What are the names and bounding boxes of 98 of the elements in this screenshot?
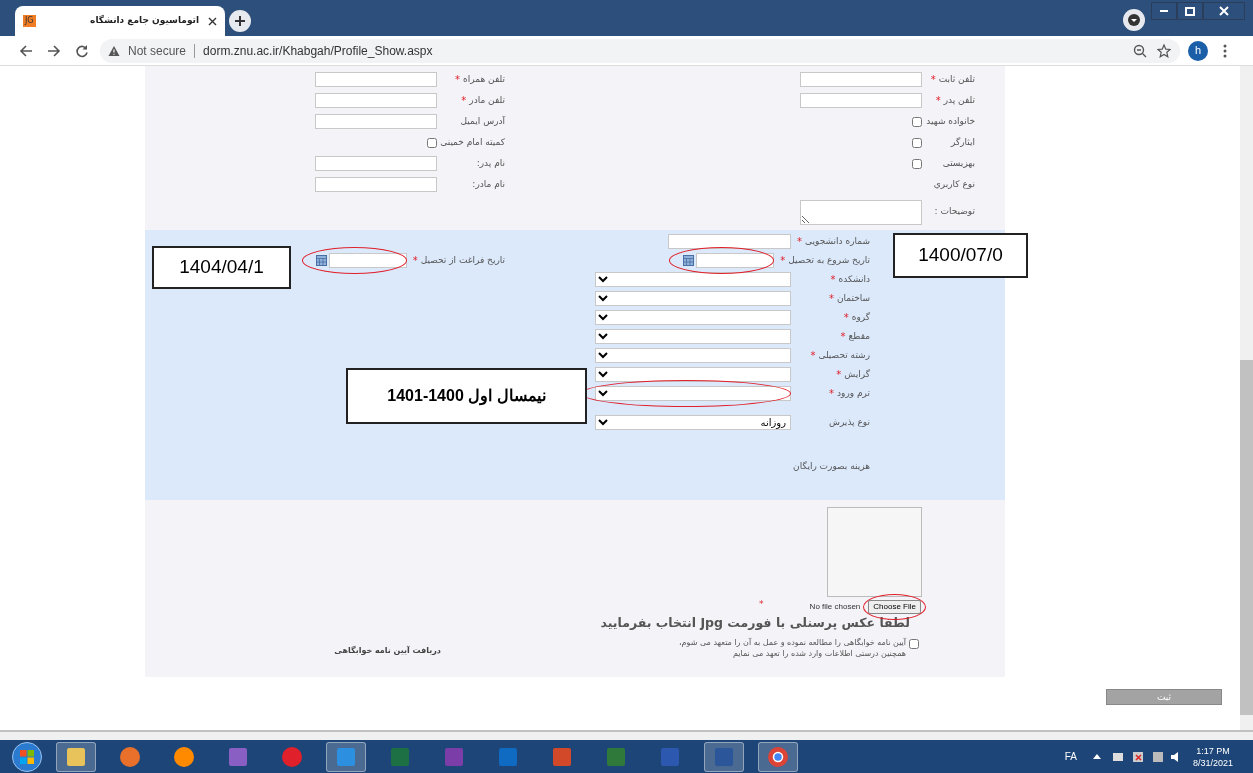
close-button[interactable] xyxy=(1203,2,1245,20)
checkbox[interactable] xyxy=(909,638,919,649)
tray-icons[interactable] xyxy=(1090,749,1181,764)
input-field[interactable] xyxy=(668,234,791,249)
field-label: تلفن پدر xyxy=(943,93,975,107)
favicon: JG xyxy=(23,15,36,27)
zoom-icon[interactable] xyxy=(1132,42,1148,59)
dropdown[interactable] xyxy=(595,386,791,401)
clock-time: 1:17 PM xyxy=(1196,744,1230,757)
required-mark: * xyxy=(759,600,764,609)
field-label: گروه xyxy=(851,310,870,324)
menu-icon[interactable] xyxy=(1222,42,1228,59)
tab-title: اتوماسیون جامع دانشگاه xyxy=(89,14,199,28)
dropdown[interactable]: روزانه xyxy=(595,415,791,430)
clock-date: 8/31/2021 xyxy=(1192,756,1233,769)
minimize-button[interactable] xyxy=(1151,2,1177,20)
field-label: بهزیستی xyxy=(942,156,975,170)
field-label: آدرس ایمیل xyxy=(460,114,505,128)
dropdown-icon[interactable] xyxy=(1123,9,1145,31)
field-label: نام مادر: xyxy=(472,177,505,191)
field-label: ساختمان xyxy=(836,291,870,305)
required-mark: * xyxy=(830,274,836,285)
input-field[interactable] xyxy=(315,156,437,171)
required-mark: * xyxy=(797,236,803,247)
required-mark: * xyxy=(412,255,418,266)
field-label: شماره دانشجویی xyxy=(805,234,870,248)
input-field[interactable] xyxy=(315,177,437,192)
required-mark: * xyxy=(840,331,846,342)
choose-file-button[interactable]: Choose File xyxy=(868,600,921,614)
security-label[interactable]: Not secure xyxy=(128,41,187,60)
checkbox[interactable] xyxy=(912,158,922,169)
required-mark: * xyxy=(829,388,835,399)
callout-box: 1404/04/1 xyxy=(152,246,291,289)
close-icon[interactable] xyxy=(207,16,217,26)
required-mark: * xyxy=(461,95,467,106)
url-text[interactable]: dorm.znu.ac.ir/Khabgah/Profile_Show.aspx xyxy=(203,41,1124,60)
scrollbar[interactable] xyxy=(1240,66,1253,730)
input-field[interactable] xyxy=(800,93,922,108)
star-icon[interactable] xyxy=(1156,42,1172,59)
back-icon[interactable] xyxy=(18,42,34,59)
required-mark: * xyxy=(828,293,834,304)
callout-box: 1400/07/0 xyxy=(893,233,1028,278)
field-label: نوع کاربري xyxy=(933,177,975,191)
warning-icon xyxy=(108,44,120,57)
file-status: No file chosen xyxy=(809,601,861,613)
field-label: تاریخ فراغت از تحصیل xyxy=(420,253,505,267)
input-field[interactable] xyxy=(315,93,437,108)
input-field[interactable] xyxy=(315,72,437,87)
field-label: تاریخ شروع به تحصیل xyxy=(788,253,870,267)
four-squares-icon xyxy=(19,748,35,765)
field-label: تلفن ثابت xyxy=(938,72,975,86)
forward-icon[interactable] xyxy=(46,42,62,59)
horizontal-scrollbar[interactable] xyxy=(0,730,1253,740)
field-label: ایثارگر xyxy=(950,135,975,149)
field-label: خانواده شهید xyxy=(926,114,975,128)
new-tab-button[interactable] xyxy=(229,10,251,32)
required-mark: * xyxy=(455,74,461,85)
maximize-button[interactable] xyxy=(1177,2,1203,20)
rules-link[interactable]: دریافت آیین نامه خوابگاهی xyxy=(334,644,441,657)
required-mark: * xyxy=(780,255,786,266)
field-label: تلفن مادر xyxy=(469,93,505,107)
calendar-icon[interactable] xyxy=(315,255,327,266)
dropdown[interactable] xyxy=(595,272,791,287)
field-label: کمیته امام خمینی xyxy=(440,135,505,149)
field-label: توضیحات : xyxy=(934,205,975,219)
required-mark: * xyxy=(930,74,936,85)
required-mark: * xyxy=(935,95,941,106)
field-label: مقطع xyxy=(848,329,870,343)
date-field[interactable] xyxy=(328,253,407,268)
field-label: رشته تحصیلی xyxy=(818,348,870,362)
maximize-icon xyxy=(1185,6,1195,16)
field-label: تلفن همراه xyxy=(463,72,505,86)
dropdown[interactable] xyxy=(595,367,791,382)
close-icon xyxy=(1219,6,1229,16)
checkbox[interactable] xyxy=(912,116,922,127)
field-label: گرایش xyxy=(844,367,870,381)
field-label: دانشکده xyxy=(838,272,870,286)
plus-icon xyxy=(234,15,246,27)
checkbox[interactable] xyxy=(912,137,922,148)
profile-avatar[interactable]: h xyxy=(1188,40,1208,61)
callout-box: نیمسال اول 1400-1401 xyxy=(346,368,587,424)
required-mark: * xyxy=(836,369,842,380)
field-label: نوع پذیرش xyxy=(828,415,870,429)
required-mark: * xyxy=(810,350,816,361)
input-field[interactable] xyxy=(315,114,437,129)
input-field[interactable] xyxy=(800,72,922,87)
calendar-icon[interactable] xyxy=(683,255,695,266)
agreement-text: آیین نامه خوابگاهی را مطالعه نموده و عمل به آن را متعهد می شوم، همچنین درستی اطلاعات وارد شده را تعهد می نمایم xyxy=(679,636,906,659)
field-label: نام پدر: xyxy=(476,156,505,170)
date-field[interactable] xyxy=(696,253,775,268)
photo-instruction: لطفا عکس پرسنلی با فورمت Jpg انتخاب بفرمایید xyxy=(600,614,910,632)
fee-note: هزینه بصورت رایگان xyxy=(793,460,870,473)
checkbox[interactable] xyxy=(427,137,437,148)
start-button[interactable] xyxy=(12,741,42,772)
minimize-icon xyxy=(1159,9,1169,13)
required-mark: * xyxy=(843,312,849,323)
field-label: ترم ورود xyxy=(837,386,870,400)
language-indicator[interactable]: FA xyxy=(1064,749,1077,764)
